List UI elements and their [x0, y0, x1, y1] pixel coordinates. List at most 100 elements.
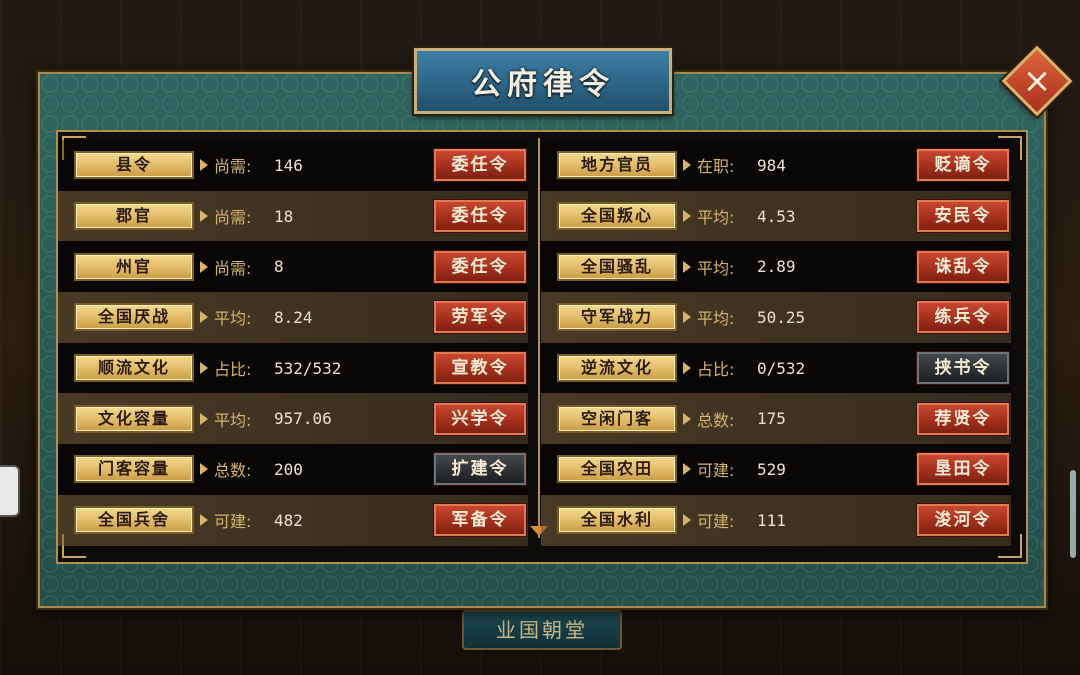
column-divider — [538, 138, 540, 538]
decree-button[interactable]: 练兵令 — [917, 301, 1009, 334]
triangle-pointer-icon — [683, 159, 691, 172]
decree-row-metric: 尚需: — [214, 208, 252, 228]
decree-row-value: 18 — [274, 206, 294, 226]
decree-button[interactable]: 挟书令 — [917, 352, 1009, 385]
decree-row-label: 守军战力 — [557, 303, 677, 332]
decree-row-metric: 可建: — [214, 512, 252, 532]
decree-row-metric: 平均: — [214, 410, 252, 430]
decree-row-metric: 总数: — [214, 461, 252, 481]
decree-row-value: 8.24 — [274, 307, 313, 327]
triangle-pointer-icon — [683, 412, 691, 425]
decree-row-label: 全国骚乱 — [557, 252, 677, 281]
triangle-pointer-icon — [200, 514, 208, 527]
decree-row: 全国叛心 平均: 4.53 安民令 — [541, 190, 1011, 242]
title-plaque: 公府律令 — [414, 48, 672, 114]
left-decree-column: 县令 尚需: 146 委任令 郡官 尚需: 18 委任令 州官 尚需: 8 委任令 全国厌战 平均: 8.2… — [58, 140, 528, 546]
decree-button[interactable]: 浚河令 — [917, 504, 1009, 537]
decree-row-label: 文化容量 — [74, 404, 194, 433]
side-handle-icon[interactable] — [0, 465, 20, 517]
decree-button[interactable]: 委任令 — [434, 149, 526, 182]
decree-row: 全国兵舍 可建: 482 军备令 — [58, 494, 528, 546]
triangle-pointer-icon — [683, 514, 691, 527]
decree-row: 州官 尚需: 8 委任令 — [58, 241, 528, 293]
decree-row-metric: 平均: — [697, 208, 735, 228]
triangle-pointer-icon — [200, 159, 208, 172]
decree-row: 郡官 尚需: 18 委任令 — [58, 190, 528, 242]
triangle-pointer-icon — [200, 260, 208, 273]
decree-row-metric: 尚需: — [214, 157, 252, 177]
decree-row: 顺流文化 占比: 532/532 宣教令 — [58, 342, 528, 394]
decree-row: 县令 尚需: 146 委任令 — [58, 140, 528, 191]
decree-row-value: 175 — [757, 409, 786, 429]
decree-row-label: 全国水利 — [557, 506, 677, 535]
decree-row-label: 全国叛心 — [557, 202, 677, 231]
decree-row-label: 全国兵舍 — [74, 506, 194, 535]
decree-row-metric: 总数: — [697, 410, 735, 430]
decree-row-label: 县令 — [74, 151, 194, 180]
page-title: 公府律令 — [471, 67, 615, 102]
right-decree-column: 地方官员 在职: 984 贬谪令 全国叛心 平均: 4.53 安民令 全国骚乱 平均: 2.89 诛乱… — [541, 140, 1011, 546]
close-icon[interactable]: × — [1012, 56, 1062, 106]
decree-row-value: 957.06 — [274, 409, 332, 429]
triangle-pointer-icon — [200, 463, 208, 476]
decree-row-value: 146 — [274, 155, 303, 175]
decree-row: 全国骚乱 平均: 2.89 诛乱令 — [541, 241, 1011, 293]
decree-row-value: 532/532 — [274, 358, 342, 378]
decree-button[interactable]: 诛乱令 — [917, 250, 1009, 283]
triangle-pointer-icon — [683, 210, 691, 223]
decree-button[interactable]: 扩建令 — [434, 453, 526, 486]
decree-row-metric: 平均: — [214, 309, 252, 329]
decree-button[interactable]: 宣教令 — [434, 352, 526, 385]
decree-button[interactable]: 荐贤令 — [917, 402, 1009, 435]
triangle-pointer-icon — [200, 362, 208, 375]
decree-button[interactable]: 劳军令 — [434, 301, 526, 334]
decree-row-metric: 可建: — [697, 512, 735, 532]
decree-button[interactable]: 垦田令 — [917, 453, 1009, 486]
decree-row-metric: 平均: — [697, 309, 735, 329]
triangle-pointer-icon — [200, 311, 208, 324]
decree-row: 地方官员 在职: 984 贬谪令 — [541, 140, 1011, 191]
decree-row-metric: 可建: — [697, 461, 735, 481]
triangle-pointer-icon — [200, 412, 208, 425]
decree-row: 逆流文化 占比: 0/532 挟书令 — [541, 342, 1011, 394]
triangle-pointer-icon — [683, 463, 691, 476]
decree-row-label: 郡官 — [74, 202, 194, 231]
decree-button[interactable]: 兴学令 — [434, 402, 526, 435]
decree-row-label: 逆流文化 — [557, 354, 677, 383]
decree-row-metric: 平均: — [697, 258, 735, 278]
decree-row-metric: 占比: — [214, 360, 252, 380]
decree-row-label: 州官 — [74, 252, 194, 281]
triangle-pointer-icon — [683, 260, 691, 273]
decree-row-metric: 在职: — [697, 157, 735, 177]
decree-row-value: 8 — [274, 257, 284, 277]
decree-row: 全国农田 可建: 529 垦田令 — [541, 444, 1011, 495]
decree-row-metric: 尚需: — [214, 258, 252, 278]
scrollbar[interactable] — [1070, 470, 1076, 558]
decree-row-value: 529 — [757, 459, 786, 479]
decree-button[interactable]: 贬谪令 — [917, 149, 1009, 182]
decree-row-value: 2.89 — [757, 257, 796, 277]
decree-row-label: 顺流文化 — [74, 354, 194, 383]
background-court-tab: 业国朝堂 — [462, 610, 622, 650]
decree-row-label: 全国厌战 — [74, 303, 194, 332]
decree-row-value: 482 — [274, 510, 303, 530]
decree-button[interactable]: 委任令 — [434, 250, 526, 283]
decree-button[interactable]: 委任令 — [434, 200, 526, 233]
decree-row: 全国水利 可建: 111 浚河令 — [541, 494, 1011, 546]
decree-button[interactable]: 军备令 — [434, 504, 526, 537]
decree-row-label: 空闲门客 — [557, 404, 677, 433]
decree-row-label: 地方官员 — [557, 151, 677, 180]
decree-row-value: 984 — [757, 155, 786, 175]
decree-row: 空闲门客 总数: 175 荐贤令 — [541, 393, 1011, 445]
decree-row: 文化容量 平均: 957.06 兴学令 — [58, 393, 528, 445]
triangle-pointer-icon — [683, 311, 691, 324]
decree-row-value: 111 — [757, 510, 786, 530]
decree-row-value: 200 — [274, 459, 303, 479]
decree-row-label: 门客容量 — [74, 455, 194, 484]
triangle-pointer-icon — [683, 362, 691, 375]
decree-button[interactable]: 安民令 — [917, 200, 1009, 233]
decree-row-label: 全国农田 — [557, 455, 677, 484]
decree-row: 全国厌战 平均: 8.24 劳军令 — [58, 292, 528, 343]
decree-row: 门客容量 总数: 200 扩建令 — [58, 444, 528, 495]
decree-row-metric: 占比: — [697, 360, 735, 380]
